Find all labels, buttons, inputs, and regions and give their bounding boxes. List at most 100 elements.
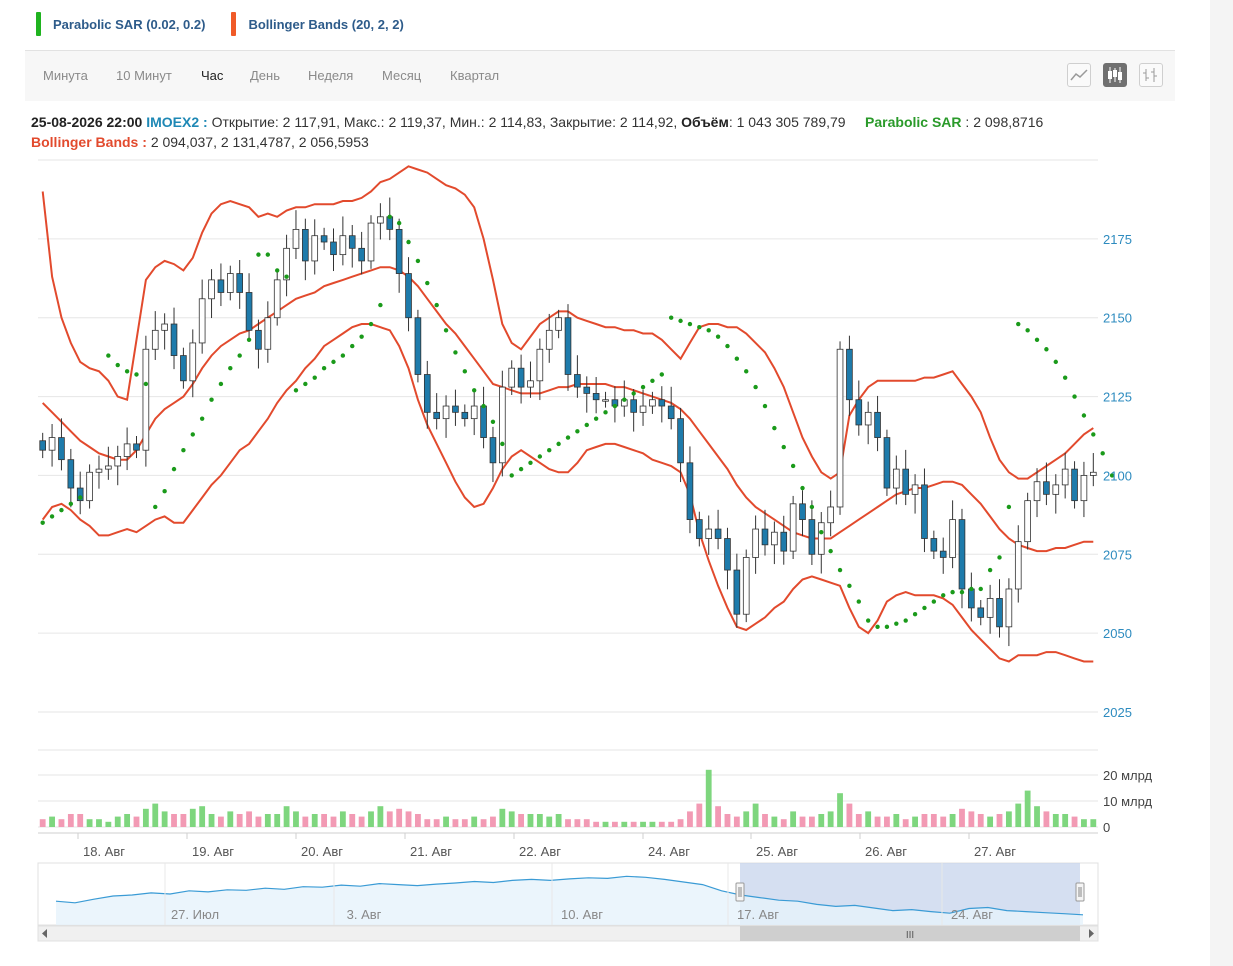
tab-hour[interactable]: Час [201, 68, 223, 83]
candle-body-down [423, 374, 431, 413]
volume-bar [771, 816, 778, 827]
y-tick-label: 2050 [1103, 626, 1132, 641]
handle-grip-icon [1075, 882, 1085, 902]
volume-tick-label: 0 [1103, 820, 1110, 835]
volume-bar [658, 821, 665, 827]
candle-body-down [780, 531, 788, 552]
volume-bar [424, 819, 431, 827]
volume-bar [902, 819, 909, 827]
sar-dot [1044, 347, 1049, 352]
volume-bar [302, 816, 309, 827]
volume-bar [733, 816, 740, 827]
candle-body-up [817, 522, 825, 555]
tab-minute[interactable]: Минута [43, 68, 88, 83]
candle-body-down [58, 437, 65, 461]
bollinger-bands [41, 165, 1094, 663]
tab-10-minutes[interactable]: 10 Минут [116, 68, 172, 83]
sar-dot [659, 372, 665, 377]
candle [827, 490, 834, 537]
tab-month[interactable]: Месяц [382, 68, 421, 83]
volume-bar [386, 811, 393, 827]
x-tick-label: 27. Авг [974, 844, 1016, 859]
candle-body-up [508, 367, 516, 388]
y-tick-label: 2025 [1103, 705, 1132, 720]
volume-bar [1062, 814, 1069, 827]
page-gutter [1210, 0, 1233, 966]
volume-bar [649, 821, 656, 827]
volume-bar [1052, 814, 1059, 827]
candle [649, 391, 656, 414]
volume-bar [443, 816, 449, 827]
volume-bar [227, 811, 234, 827]
candle [170, 307, 178, 370]
volume-bar [180, 814, 187, 827]
candle [105, 446, 112, 480]
ohlc-chart-button[interactable] [1139, 63, 1163, 87]
candle [273, 271, 281, 326]
navigator-scrollbar[interactable]: III [37, 925, 1099, 942]
sar-dot [49, 514, 55, 519]
candle-body-up [142, 348, 150, 451]
candle [395, 218, 403, 293]
candle [789, 495, 797, 560]
candle [921, 468, 928, 553]
candle [1033, 468, 1041, 518]
ohlc-info-line: 25-08-2026 22:00 IMOEX2 : Открытие: 2 11… [31, 114, 1044, 130]
candle-body-up [161, 323, 168, 331]
volume-bar [114, 816, 121, 827]
candle-body-up [827, 506, 834, 524]
line-chart-button[interactable] [1067, 63, 1091, 87]
parabolic-sar-series [40, 214, 1115, 630]
legend-item-sar[interactable]: Parabolic SAR (0.02, 0.2) [36, 12, 205, 36]
candle [292, 210, 300, 260]
candle [414, 309, 422, 383]
candlestick-chart-button[interactable] [1103, 63, 1127, 87]
candle [311, 219, 319, 275]
candle [592, 377, 600, 414]
volume-bar [583, 819, 590, 827]
volume-gridlines [38, 749, 1098, 828]
navigator: 27. Июл 3. Авг 10. Авг 17. Авг 24. Авг III [37, 862, 1099, 942]
navigator-handle-left[interactable] [735, 882, 745, 902]
indicator-legend: Parabolic SAR (0.02, 0.2) Bollinger Band… [36, 10, 404, 38]
sar-dot [706, 328, 711, 333]
info-close-label: Закрытие: [549, 114, 616, 130]
volume-tick-label: 10 млрд [1103, 794, 1153, 809]
candle-body-up [752, 528, 759, 558]
tab-quarter[interactable]: Квартал [450, 68, 499, 83]
candle-body-down [630, 399, 637, 413]
volume-bar [330, 816, 337, 827]
legend-item-bollinger[interactable]: Bollinger Bands (20, 2, 2) [231, 12, 404, 36]
sar-dot [931, 599, 937, 604]
candle [1014, 525, 1022, 603]
candle [283, 234, 290, 297]
candle-body-up [95, 468, 103, 473]
volume-bar [405, 811, 412, 827]
volume-bar [762, 814, 768, 827]
volume-bar [780, 819, 787, 827]
candle [236, 259, 243, 309]
candle [855, 380, 863, 436]
volume-bar [968, 811, 975, 827]
sar-dot [622, 397, 627, 402]
sar-dot [303, 381, 308, 387]
candle-body-up [1024, 500, 1031, 543]
info-volume-label: Объём [681, 114, 729, 130]
sar-dot [819, 530, 824, 535]
navigator-handle-right[interactable] [1075, 882, 1085, 902]
candle-body-down [855, 399, 863, 426]
candle-body-down [461, 411, 469, 420]
candle-body-up [1033, 481, 1041, 502]
candle [517, 354, 525, 404]
candle [902, 449, 910, 506]
volume-bar [471, 816, 478, 827]
candle-body-up [499, 386, 506, 464]
candle [142, 335, 150, 467]
volume-bar [283, 806, 290, 827]
tab-week[interactable]: Неделя [308, 68, 353, 83]
tab-day[interactable]: День [250, 68, 280, 83]
candle [339, 216, 347, 266]
sar-dot [762, 403, 768, 409]
candle [499, 370, 506, 477]
volume-axis: 20 млрд 10 млрд 0 [1103, 768, 1153, 835]
